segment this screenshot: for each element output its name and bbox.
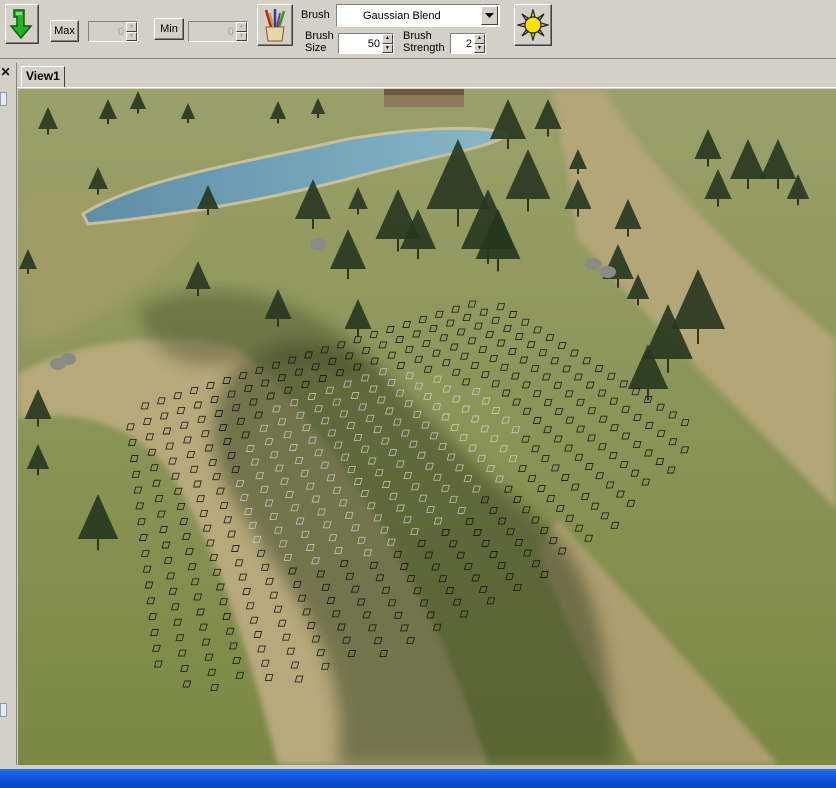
rock (585, 258, 601, 270)
brushes-button[interactable] (257, 4, 293, 46)
brush-strength-spinner[interactable]: ▲▼ (450, 33, 486, 54)
apply-button[interactable] (5, 4, 39, 44)
brush-size-spinner[interactable]: ▲▼ (338, 33, 394, 54)
brush-size-label: Brush Size (305, 30, 334, 54)
tab-strip: View1 (17, 63, 836, 88)
terrain-scene[interactable] (18, 89, 836, 765)
rock (600, 266, 616, 278)
panel-scroll-up[interactable] (0, 92, 7, 106)
brush-strength-label: Brush Strength (403, 30, 445, 54)
min-spinner[interactable]: ▲▼ (188, 21, 248, 42)
rock (60, 353, 76, 365)
brush-strength-arrows[interactable]: ▲ ▼ (474, 34, 485, 53)
status-bar (0, 765, 836, 788)
chevron-down-icon[interactable] (481, 6, 498, 25)
close-icon[interactable]: ✕ (0, 66, 11, 79)
sun-icon (517, 9, 549, 41)
max-input[interactable] (89, 22, 126, 41)
max-spinner-arrows[interactable]: ▲ ▼ (126, 22, 137, 41)
min-input[interactable] (189, 22, 236, 41)
max-button[interactable]: Max (50, 20, 79, 42)
tab-view1[interactable]: View1 (21, 66, 65, 87)
panel-scroll-down[interactable] (0, 703, 7, 717)
farm-building-roof (384, 89, 464, 95)
brush-label: Brush (301, 9, 330, 21)
terrain-viewport[interactable] (18, 89, 836, 765)
brush-size-input[interactable] (339, 34, 382, 53)
lighting-button[interactable] (514, 4, 552, 46)
green-down-arrow-icon (9, 9, 33, 40)
brush-strength-input[interactable] (451, 34, 474, 53)
max-spinner[interactable]: ▲▼ (88, 21, 138, 42)
brush-size-arrows[interactable]: ▲ ▼ (382, 34, 393, 53)
paint-brushes-icon (264, 9, 286, 42)
min-label: Min (160, 23, 178, 35)
max-label: Max (54, 25, 75, 37)
min-spinner-arrows[interactable]: ▲ ▼ (236, 22, 247, 41)
toolbar: Max ▲▼ Min ▲▼ Brush Gaussian Blend Brush… (0, 0, 836, 59)
min-button[interactable]: Min (154, 18, 184, 40)
rock (310, 238, 326, 250)
status-bar-strip (0, 769, 836, 788)
left-dock-panel (0, 63, 17, 765)
brush-select-value: Gaussian Blend (363, 9, 441, 22)
brush-select[interactable]: Gaussian Blend (336, 4, 500, 27)
